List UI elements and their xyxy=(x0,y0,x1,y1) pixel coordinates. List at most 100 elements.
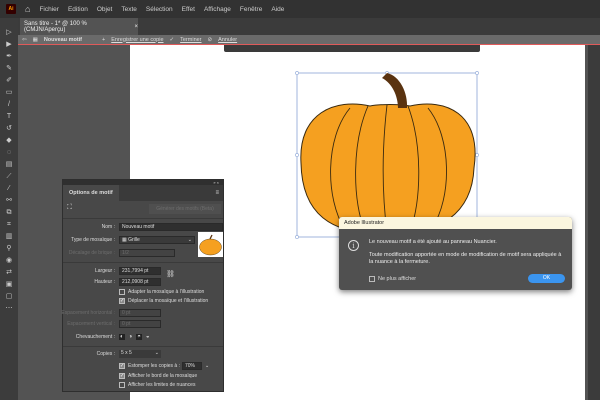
copies-select[interactable]: 5 x 5 ⌄ xyxy=(119,350,161,358)
menu-fichier[interactable]: Fichier xyxy=(39,6,59,13)
panel-menu-icon[interactable]: ≡ xyxy=(215,190,219,196)
name-input[interactable]: Nouveau motif xyxy=(119,223,223,231)
menu-aide[interactable]: Aide xyxy=(271,6,284,13)
curvature-tool-icon[interactable]: ✎ xyxy=(6,64,12,73)
illustrator-logo: Ai xyxy=(6,4,16,14)
pattern-options-panel: » × Options de motif ≡ ⛶ Générer des moti… xyxy=(61,179,224,392)
eraser-tool-icon[interactable]: ◆ xyxy=(6,136,11,145)
dim-value-input[interactable]: 70% xyxy=(181,362,202,370)
show-swatch-bounds-checkbox[interactable] xyxy=(119,382,125,388)
check-icon: ✓ xyxy=(169,36,175,43)
document-title: Sans titre - 1* @ 100 % (CMJN/Aperçu) xyxy=(24,20,87,33)
overlap-top-icon[interactable]: ◓ xyxy=(136,334,142,340)
dialog-detail: Toute modification apportée en mode de m… xyxy=(369,252,562,265)
tab-pattern-options[interactable]: Options de motif xyxy=(63,185,119,201)
brick-offset-select: 1/2 xyxy=(119,249,175,257)
menu-fenetre[interactable]: Fenêtre xyxy=(240,6,262,13)
pumpkin-body xyxy=(300,103,476,234)
tools-panel: ▷ ▶ ✒ ✎ ✐ ▭ / T ↺ ◆ ◌ ▤ ⟋ ⁄ ⚯ ⧉ ⌗ ▥ ⚲ ◉ … xyxy=(0,18,18,400)
floating-control-bar xyxy=(224,45,480,52)
chevron-down-icon: ⌄ xyxy=(154,350,159,356)
chevron-down-icon[interactable]: ⌄ xyxy=(205,363,209,369)
overlap-bottom-icon[interactable]: ◒ xyxy=(146,334,150,340)
dim-copies-checkbox[interactable]: ✓ xyxy=(119,363,125,369)
menu-selection[interactable]: Sélection xyxy=(146,6,173,13)
selection-tool-icon[interactable]: ▷ xyxy=(6,28,11,37)
graph-tool-icon[interactable]: ▥ xyxy=(6,232,13,241)
generate-patterns-button: Générer des motifs (Beta) xyxy=(149,204,221,214)
width-label: Largeur : xyxy=(94,268,115,274)
info-icon: i xyxy=(348,240,359,251)
document-tab[interactable]: Sans titre - 1* @ 100 % (CMJN/Aperçu) × xyxy=(20,18,138,35)
move-tile-checkbox[interactable]: ✓ xyxy=(119,298,125,304)
menu-objet[interactable]: Objet xyxy=(97,6,113,13)
more-tools-icon[interactable]: ⋯ xyxy=(6,304,13,313)
height-input[interactable]: 212,0908 pt xyxy=(119,278,161,286)
copies-label: Copies : xyxy=(96,351,115,357)
move-tile-label: Déplacer la mosaïque et l'illustration xyxy=(128,298,209,304)
save-copy-button[interactable]: Enregistrer une copie xyxy=(111,37,163,43)
shape-builder-tool-icon[interactable]: ⧉ xyxy=(7,208,12,217)
finish-button[interactable]: Terminer xyxy=(180,37,201,43)
dialog-message: Le nouveau motif a été ajouté au panneau… xyxy=(369,239,497,245)
menu-effet[interactable]: Effet xyxy=(182,6,195,13)
width-input[interactable]: 231,7994 pt xyxy=(119,267,161,275)
rotate-tool-icon[interactable]: ↺ xyxy=(6,124,12,133)
cancel-button[interactable]: Annuler xyxy=(218,37,237,43)
pencil-tool-icon[interactable]: ✐ xyxy=(6,76,12,85)
direct-selection-tool-icon[interactable]: ▶ xyxy=(6,40,11,49)
fit-tile-label: Adapter la mosaïque à l'illustration xyxy=(128,289,205,295)
type-tool-icon[interactable]: T xyxy=(7,112,11,121)
dialog-title: Adobe Illustrator xyxy=(339,217,572,229)
screen-mode-icon[interactable]: ▢ xyxy=(6,292,13,301)
fit-tile-checkbox[interactable] xyxy=(119,289,125,295)
tile-tool-icon[interactable]: ⛶ xyxy=(67,204,72,212)
lasso-tool-icon[interactable]: ◌ xyxy=(7,148,11,157)
menu-texte[interactable]: Texte xyxy=(121,6,137,13)
home-icon[interactable]: ⌂ xyxy=(25,4,30,14)
eyedropper-tool-icon[interactable]: ⁄ xyxy=(8,184,9,193)
blend-tool-icon[interactable]: ⚯ xyxy=(6,196,12,205)
name-label: Nom : xyxy=(101,224,115,230)
menu-edition[interactable]: Edition xyxy=(68,6,88,13)
fill-stroke-icon[interactable]: ◉ xyxy=(6,256,12,265)
copies-value: 5 x 5 xyxy=(121,350,132,356)
pattern-edit-bar: ⇦ ▦ Nouveau motif + Enregistrer une copi… xyxy=(18,35,600,45)
v-spacing-input: 0 pt xyxy=(119,320,161,328)
draw-mode-icon[interactable]: ▣ xyxy=(6,280,13,289)
menu-bar: Ai ⌂ Fichier Edition Objet Texte Sélecti… xyxy=(0,0,600,18)
tile-type-select[interactable]: ▦ Grille ⌄ xyxy=(119,236,195,244)
crop-tool-icon[interactable]: ⌗ xyxy=(7,220,11,229)
show-tile-edge-checkbox[interactable]: ✓ xyxy=(119,373,125,379)
pattern-name: Nouveau motif xyxy=(43,36,83,43)
back-arrow-icon[interactable]: ⇦ xyxy=(22,37,27,43)
plus-icon: + xyxy=(102,36,106,43)
h-spacing-input: 0 pt xyxy=(119,309,161,317)
menu-affichage[interactable]: Affichage xyxy=(204,6,231,13)
brush-tool-icon[interactable]: / xyxy=(8,100,10,109)
ok-button[interactable]: OK xyxy=(528,274,565,283)
tile-type-value: Grille xyxy=(128,237,140,243)
link-dimensions-icon[interactable]: ⛓ xyxy=(166,270,175,278)
mesh-tool-icon[interactable]: ⟋ xyxy=(7,172,12,181)
alert-dialog: Adobe Illustrator i Le nouveau motif a é… xyxy=(339,217,572,290)
pattern-icon: ▦ xyxy=(32,36,38,43)
overlap-left-icon[interactable]: ◐ xyxy=(119,334,125,340)
tile-type-label: Type de mosaïque : xyxy=(71,237,115,243)
close-tab-icon[interactable]: × xyxy=(134,24,138,30)
overlap-right-icon[interactable]: ◑ xyxy=(129,334,133,340)
pumpkin-stem xyxy=(382,73,408,108)
v-spacing-label: Espacement vertical : xyxy=(67,321,115,327)
gradient-tool-icon[interactable]: ▤ xyxy=(6,160,13,169)
height-label: Hauteur : xyxy=(94,279,115,285)
brick-offset-label: Décalage de brique : xyxy=(68,250,115,256)
pen-tool-icon[interactable]: ✒ xyxy=(6,52,12,61)
h-spacing-label: Espacement horizontal : xyxy=(61,310,115,316)
dont-show-label: Ne plus afficher xyxy=(378,276,417,282)
zoom-tool-icon[interactable]: ⚲ xyxy=(6,244,11,253)
swap-colors-icon[interactable]: ⇄ xyxy=(6,268,12,277)
rectangle-tool-icon[interactable]: ▭ xyxy=(6,88,13,97)
show-swatch-bounds-label: Afficher les limites de nuances xyxy=(128,382,196,388)
overlap-label: Chevauchement : xyxy=(75,334,115,340)
dont-show-checkbox[interactable] xyxy=(369,276,375,282)
